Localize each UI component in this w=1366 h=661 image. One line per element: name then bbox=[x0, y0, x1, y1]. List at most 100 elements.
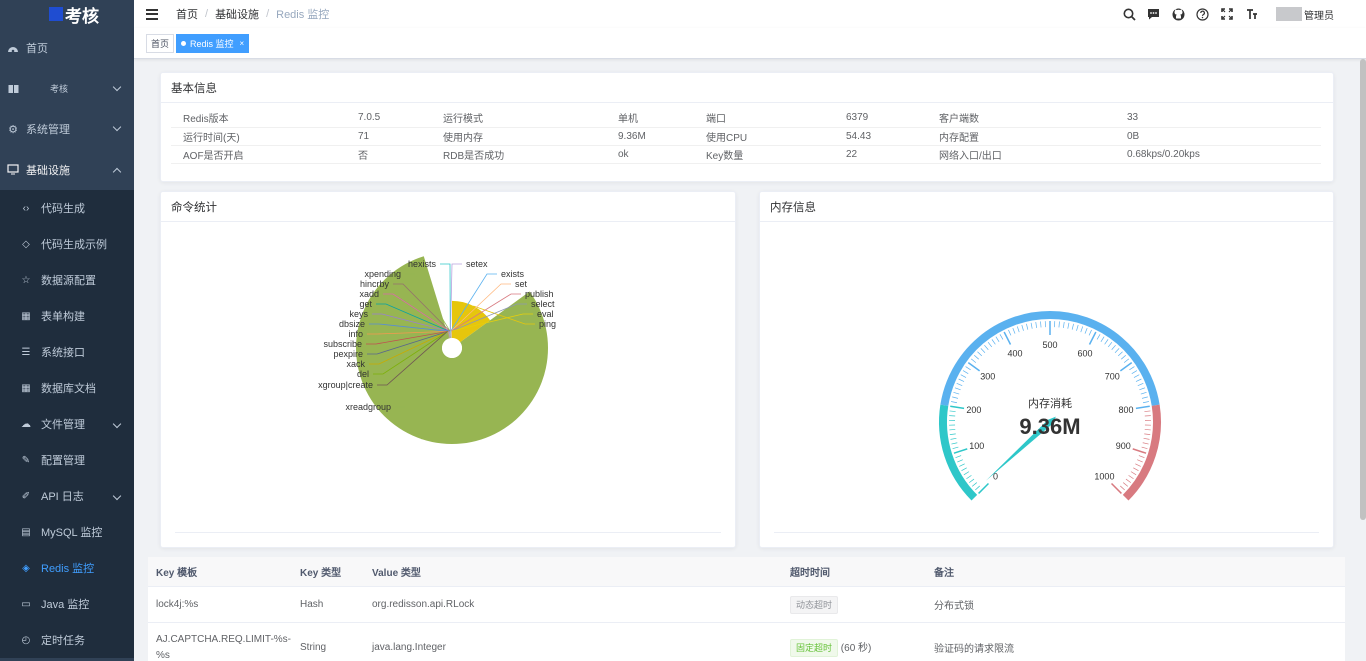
pie-label: get bbox=[359, 299, 372, 309]
sidebar-item-label: MySQL 监控 bbox=[41, 527, 103, 539]
sidebar-item-shield[interactable]: ◇ 代码生成示例 bbox=[0, 226, 134, 262]
gauge-tick bbox=[1030, 322, 1033, 329]
gauge-tick bbox=[1088, 329, 1092, 336]
logo[interactable]: 考核 bbox=[0, 0, 134, 28]
gauge-tick bbox=[1135, 463, 1141, 467]
divider bbox=[175, 532, 721, 533]
gauge-tick bbox=[963, 471, 970, 476]
sidebar-item-label: 系统接口 bbox=[41, 347, 85, 359]
tag-redis-monitor[interactable]: Redis 监控 × bbox=[176, 34, 250, 53]
gauge-tick bbox=[954, 387, 961, 391]
gauge-tick bbox=[970, 358, 977, 363]
gauge-tick bbox=[949, 433, 956, 436]
gauge-tick bbox=[1142, 401, 1149, 404]
logo-icon bbox=[49, 7, 63, 21]
scrollbar[interactable] bbox=[1360, 59, 1366, 520]
gauge-value: 9.36M bbox=[1019, 414, 1080, 439]
command-pie-chart: xreadgroup ping hexists setex existssetpubli… bbox=[318, 256, 556, 444]
gauge-tick bbox=[974, 354, 979, 360]
sidebar-item-home[interactable]: 首页 bbox=[0, 28, 134, 69]
sidebar-item-log[interactable]: ✐ API 日志 bbox=[0, 478, 134, 514]
gauge-tick bbox=[1132, 448, 1147, 454]
help-icon[interactable] bbox=[1191, 0, 1216, 28]
gauge-tick-label: 300 bbox=[980, 372, 995, 382]
gauge-tick bbox=[1117, 351, 1123, 357]
fullscreen-icon[interactable] bbox=[1215, 0, 1240, 28]
gauge-tick bbox=[1133, 467, 1139, 471]
gauge-tick bbox=[950, 437, 957, 440]
basic-info-table: Redis版本 7.0.5 运行模式 单机 端口 6379 客户端数 33 运行时间(天) 71 使… bbox=[171, 109, 1321, 164]
avatar[interactable] bbox=[1276, 7, 1302, 21]
command-stats-card: 命令统计 xreadgroup ping hexists setex exists set… bbox=[160, 191, 736, 548]
gauge-tick bbox=[1135, 378, 1142, 382]
search-icon[interactable] bbox=[1117, 0, 1142, 28]
gauge-tick bbox=[1021, 324, 1024, 331]
sidebar-item-form[interactable]: ▦ 表单构建 bbox=[0, 298, 134, 334]
info-label: AOF是否开启 bbox=[171, 145, 346, 164]
sidebar-item-edit[interactable]: ✎ 配置管理 bbox=[0, 442, 134, 478]
table-row[interactable]: AJ.CAPTCHA.REQ.LIMIT-%s-%s String java.l… bbox=[148, 623, 1345, 661]
close-icon[interactable]: × bbox=[240, 39, 245, 48]
gauge-tick bbox=[1141, 446, 1148, 449]
sidebar-item-system[interactable]: ⚙ 系统管理 bbox=[0, 109, 134, 150]
navbar-right: 管理员 bbox=[1117, 0, 1366, 28]
gauge-tick bbox=[971, 482, 978, 487]
sidebar-item-clock[interactable]: ◴ 定时任务 bbox=[0, 622, 134, 658]
gauge-tick bbox=[1122, 482, 1129, 487]
sidebar-item-sliders[interactable]: ☰ 系统接口 bbox=[0, 334, 134, 370]
sidebar-item-code[interactable]: ‹› 代码生成 bbox=[0, 190, 134, 226]
memory-gauge-chart: 01002003004005006007008009001000内存消耗9.36… bbox=[939, 311, 1161, 501]
sidebar-item-upload[interactable]: ☁ 文件管理 bbox=[0, 406, 134, 442]
gauge-tick bbox=[1144, 433, 1151, 436]
tag-home[interactable]: 首页 bbox=[146, 34, 175, 53]
tag-label: 首页 bbox=[151, 39, 170, 49]
active-dot-icon bbox=[181, 41, 186, 46]
font-size-icon[interactable] bbox=[1240, 0, 1265, 28]
gauge-tick bbox=[1125, 478, 1131, 483]
gauge-tick bbox=[958, 378, 965, 382]
book-icon bbox=[6, 82, 20, 96]
gauge-tick bbox=[1063, 321, 1065, 328]
sidebar-item-star[interactable]: ☆ 数据源配置 bbox=[0, 262, 134, 298]
gauge-tick bbox=[962, 370, 969, 374]
breadcrumb-item-infra[interactable]: 基础设施 bbox=[215, 6, 259, 22]
gauge-tick bbox=[959, 463, 965, 467]
gauge-tick bbox=[1129, 366, 1135, 371]
info-label: 运行时间(天) bbox=[171, 127, 346, 146]
gauge-tick bbox=[953, 448, 968, 454]
sidebar-item-infra[interactable]: 基础设施 bbox=[0, 150, 134, 191]
gauge-tick bbox=[977, 351, 983, 357]
message-icon[interactable] bbox=[1142, 0, 1167, 28]
sidebar-item-monitor[interactable]: ▭ Java 监控 bbox=[0, 586, 134, 622]
chevron-down-icon bbox=[112, 491, 122, 501]
divider bbox=[774, 532, 1319, 533]
key-type: String bbox=[300, 642, 327, 653]
pie-label: pexpire bbox=[333, 349, 363, 359]
gauge-tick-label: 1000 bbox=[1094, 471, 1114, 481]
gauge-tick bbox=[1096, 334, 1101, 340]
pie-label: ping bbox=[539, 319, 556, 329]
gauge-tick bbox=[995, 336, 1000, 342]
key-template: AJ.CAPTCHA.REQ.LIMIT-%s-%s bbox=[156, 633, 292, 661]
breadcrumb-item-home[interactable]: 首页 bbox=[176, 6, 198, 22]
gauge-tick bbox=[1135, 405, 1150, 410]
column-header: Key 类型 bbox=[300, 568, 342, 579]
sidebar-item-exam[interactable]: 考核 bbox=[0, 69, 134, 110]
gauge-tick bbox=[1130, 471, 1137, 476]
breadcrumb-item-current: Redis 监控 bbox=[276, 9, 330, 21]
sidebar-item-server[interactable]: ▤ MySQL 监控 bbox=[0, 514, 134, 550]
table-row[interactable]: lock4j:%s Hash org.redisson.api.RLock 动态… bbox=[148, 587, 1345, 623]
gauge-tick bbox=[1137, 383, 1144, 386]
user-name[interactable]: 管理员 bbox=[1304, 7, 1334, 22]
info-value: ok bbox=[606, 145, 694, 164]
gauge-tick bbox=[1071, 323, 1074, 330]
sidebar-item-label: Redis 监控 bbox=[41, 563, 95, 575]
gauge-tick bbox=[1026, 323, 1029, 330]
hamburger-icon[interactable] bbox=[146, 8, 158, 20]
sidebar-item-table[interactable]: ▦ 数据库文档 bbox=[0, 370, 134, 406]
value-type: org.redisson.api.RLock bbox=[372, 599, 475, 610]
sidebar-item-label: 考核 bbox=[50, 84, 69, 95]
sidebar-item-stack[interactable]: ◈ Redis 监控 bbox=[0, 550, 134, 586]
github-icon[interactable] bbox=[1166, 0, 1191, 28]
info-value: 33 bbox=[1115, 109, 1321, 128]
